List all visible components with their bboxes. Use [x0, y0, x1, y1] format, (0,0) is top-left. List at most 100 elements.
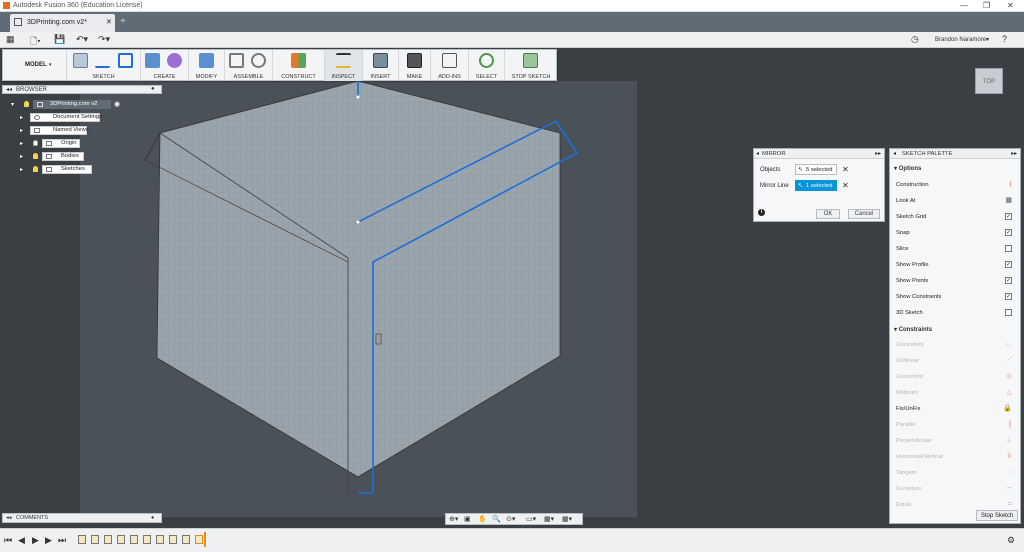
browser-item-bodies[interactable]: Bodies — [42, 152, 84, 161]
constraint-icon[interactable]: ◎ — [1006, 371, 1012, 383]
checkbox[interactable]: ✓ — [1005, 213, 1012, 220]
mirror-line-selection-field[interactable]: ↖ 1 selected — [795, 180, 837, 191]
expand-icon[interactable]: ▸ — [20, 153, 23, 160]
timeline-feature[interactable] — [117, 535, 125, 544]
go-to-end-icon[interactable]: ⏭ — [58, 535, 66, 546]
extrude-icon[interactable] — [145, 53, 160, 68]
close-icon[interactable]: ✕ — [1007, 1, 1014, 10]
construction-icon[interactable]: ⟨ — [1009, 179, 1012, 191]
go-to-start-icon[interactable]: ⏮ — [4, 535, 12, 546]
assemble-menu[interactable]: ASSEMBLE — [225, 74, 272, 80]
constraint-icon[interactable]: ⊼ — [1007, 451, 1012, 463]
add-ins-menu[interactable]: ADD-INS — [431, 74, 468, 80]
visibility-bulb-icon[interactable] — [24, 101, 29, 107]
checkbox[interactable]: ✓ — [1005, 293, 1012, 300]
visibility-bulb-icon[interactable] — [33, 166, 38, 172]
viewcube[interactable]: TOP — [975, 68, 1003, 94]
palette-option-row[interactable]: Sketch Grid ✓ — [896, 211, 1014, 223]
constraint-icon[interactable]: ⊥ — [1006, 435, 1012, 447]
viewcube-face-top[interactable]: TOP — [983, 79, 995, 85]
new-component-icon[interactable] — [229, 53, 244, 68]
make-menu[interactable]: MAKE — [399, 74, 430, 80]
help-icon[interactable]: ? — [1002, 34, 1007, 44]
constraint-icon[interactable]: ◌ — [1008, 467, 1012, 479]
timeline-feature[interactable] — [143, 535, 151, 544]
workspace-label[interactable]: MODEL — [25, 62, 47, 68]
checkbox[interactable]: ✓ — [1005, 261, 1012, 268]
timeline-feature[interactable] — [91, 535, 99, 544]
clear-mirror-line-icon[interactable]: ✕ — [842, 181, 849, 190]
constraint-row[interactable]: Parallel ∥ — [896, 419, 1014, 431]
browser-item-named-views[interactable]: Named Views — [30, 126, 89, 135]
sketch-menu[interactable]: SKETCH — [67, 74, 140, 80]
timeline-feature[interactable] — [156, 535, 164, 544]
document-tab[interactable]: 3DPrinting.com v2* ✕ — [10, 14, 115, 32]
timeline-feature[interactable] — [182, 535, 190, 544]
expand-icon[interactable]: ▸ — [20, 166, 23, 173]
comments-expand-icon[interactable]: ◂◂ — [6, 514, 12, 523]
comments-panel[interactable]: ◂◂ COMMENTS ● — [2, 513, 162, 523]
browser-root[interactable]: 3DPrinting.com v2 — [33, 100, 111, 109]
form-icon[interactable] — [167, 53, 182, 68]
browser-panel-header[interactable]: ◂◂ BROWSER ● — [2, 85, 162, 94]
visibility-bulb-off-icon[interactable] — [33, 140, 38, 146]
stop-sketch-group[interactable]: STOP SKETCH — [505, 50, 557, 81]
measure-icon[interactable] — [336, 53, 351, 68]
expand-icon[interactable]: ▸ — [20, 114, 23, 121]
constraint-row[interactable]: Concentric ◎ — [896, 371, 1014, 383]
constraint-row[interactable]: Coincident ∟ — [896, 339, 1014, 351]
save-icon[interactable]: 💾 — [54, 34, 65, 45]
palette-option-row[interactable]: Construction ⟨ — [896, 179, 1014, 191]
constraint-row[interactable]: Perpendicular ⊥ — [896, 435, 1014, 447]
press-pull-icon[interactable] — [199, 53, 214, 68]
sketch-palette-header[interactable]: ◂ SKETCH PALETTE ▸▸ — [890, 149, 1020, 159]
add-ins-group[interactable]: ADD-INS — [431, 50, 469, 81]
comments-close-icon[interactable]: ● — [151, 514, 154, 523]
activate-radio-icon[interactable]: ◉ — [114, 100, 120, 108]
ok-button[interactable]: OK — [816, 209, 840, 219]
insert-group[interactable]: INSERT — [363, 50, 399, 81]
stop-sketch-menu[interactable]: STOP SKETCH — [505, 74, 557, 80]
file-menu-icon[interactable]: 🗋▾ — [30, 34, 41, 50]
palette-option-row[interactable]: Look At ▦ — [896, 195, 1014, 207]
palette-expand-icon[interactable]: ▸▸ — [1011, 149, 1017, 159]
close-tab-icon[interactable]: ✕ — [106, 18, 112, 26]
modify-menu[interactable]: MODIFY — [189, 74, 224, 80]
play-icon[interactable]: ▶ — [32, 535, 39, 546]
visibility-bulb-icon[interactable] — [33, 153, 38, 159]
create-menu[interactable]: CREATE — [141, 74, 188, 80]
constraint-row[interactable]: Collinear ⋰ — [896, 355, 1014, 367]
offset-plane-icon[interactable] — [291, 53, 306, 68]
maximize-icon[interactable]: ❐ — [983, 1, 990, 10]
scripts-icon[interactable] — [442, 53, 457, 68]
sketch-point[interactable] — [356, 220, 360, 224]
constraint-row[interactable]: Fix/UnFix 🔒 — [896, 403, 1014, 415]
look-at-icon[interactable]: ▦ — [1005, 195, 1012, 207]
palette-option-row[interactable]: 3D Sketch — [896, 307, 1014, 319]
mirror-dialog-header[interactable]: ◂ MIRROR ▸▸ — [754, 149, 884, 159]
create-group[interactable]: CREATE — [141, 50, 189, 81]
palette-option-row[interactable]: Snap ✓ — [896, 227, 1014, 239]
look-at-icon[interactable]: ▣ — [464, 515, 471, 523]
job-status-icon[interactable]: ◷ — [911, 34, 919, 45]
constraint-row[interactable]: Horizontal/Vertical ⊼ — [896, 451, 1014, 463]
select-group[interactable]: SELECT — [469, 50, 505, 81]
timeline-feature[interactable] — [78, 535, 86, 544]
palette-option-row[interactable]: Show Profile ✓ — [896, 259, 1014, 271]
palette-option-row[interactable]: Show Points ✓ — [896, 275, 1014, 287]
grid-settings-icon[interactable]: ▦▾ — [544, 515, 554, 523]
objects-selection-field[interactable]: ↖ 5 selected — [795, 164, 837, 175]
workspace-switcher[interactable]: MODEL ▾ — [3, 50, 67, 81]
sketch-group[interactable]: SKETCH — [67, 50, 141, 81]
browser-item-sketches[interactable]: Sketches — [42, 165, 92, 174]
dialog-expand-icon[interactable]: ▸▸ — [875, 149, 881, 159]
options-section-header[interactable]: ▾ Options — [894, 165, 921, 172]
inspect-group[interactable]: INSPECT — [325, 50, 363, 81]
sketch-canvas[interactable] — [80, 81, 637, 517]
checkbox[interactable] — [1005, 245, 1012, 252]
timeline-marker[interactable] — [204, 532, 206, 547]
display-settings-icon[interactable]: ▭▾ — [526, 515, 536, 523]
new-tab-icon[interactable]: + — [120, 16, 126, 27]
minimize-icon[interactable]: — — [960, 1, 968, 10]
orbit-icon[interactable]: ⊕▾ — [449, 515, 458, 523]
